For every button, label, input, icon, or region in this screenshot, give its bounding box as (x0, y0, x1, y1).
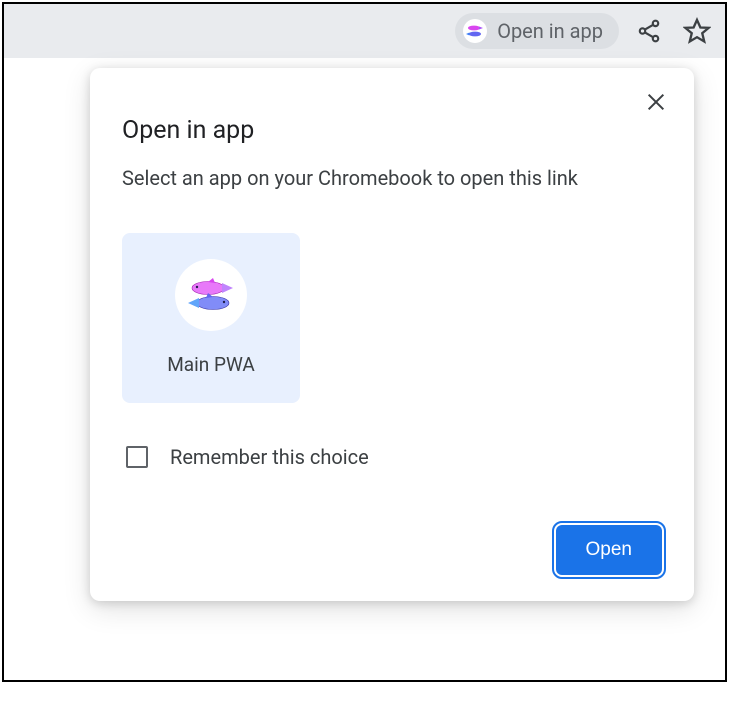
dialog-title: Open in app (122, 116, 662, 145)
app-card-label: Main PWA (167, 353, 255, 376)
close-icon (645, 91, 667, 113)
star-icon[interactable] (679, 13, 715, 49)
remember-choice-row: Remember this choice (126, 445, 662, 469)
dialog-actions: Open (122, 525, 662, 575)
app-fish-icon (175, 259, 247, 331)
browser-toolbar: Open in app (4, 4, 725, 58)
remember-label: Remember this choice (170, 445, 369, 469)
remember-checkbox[interactable] (126, 446, 148, 468)
app-fish-icon (463, 19, 487, 43)
open-in-app-chip[interactable]: Open in app (455, 13, 619, 49)
share-icon[interactable] (631, 13, 667, 49)
open-in-app-dialog: Open in app Select an app on your Chrome… (90, 68, 694, 601)
app-card-main-pwa[interactable]: Main PWA (122, 233, 300, 403)
close-button[interactable] (640, 86, 672, 118)
chip-label: Open in app (497, 19, 603, 43)
open-button[interactable]: Open (556, 525, 662, 575)
app-list: Main PWA (122, 233, 662, 403)
dialog-subtitle: Select an app on your Chromebook to open… (122, 163, 662, 193)
